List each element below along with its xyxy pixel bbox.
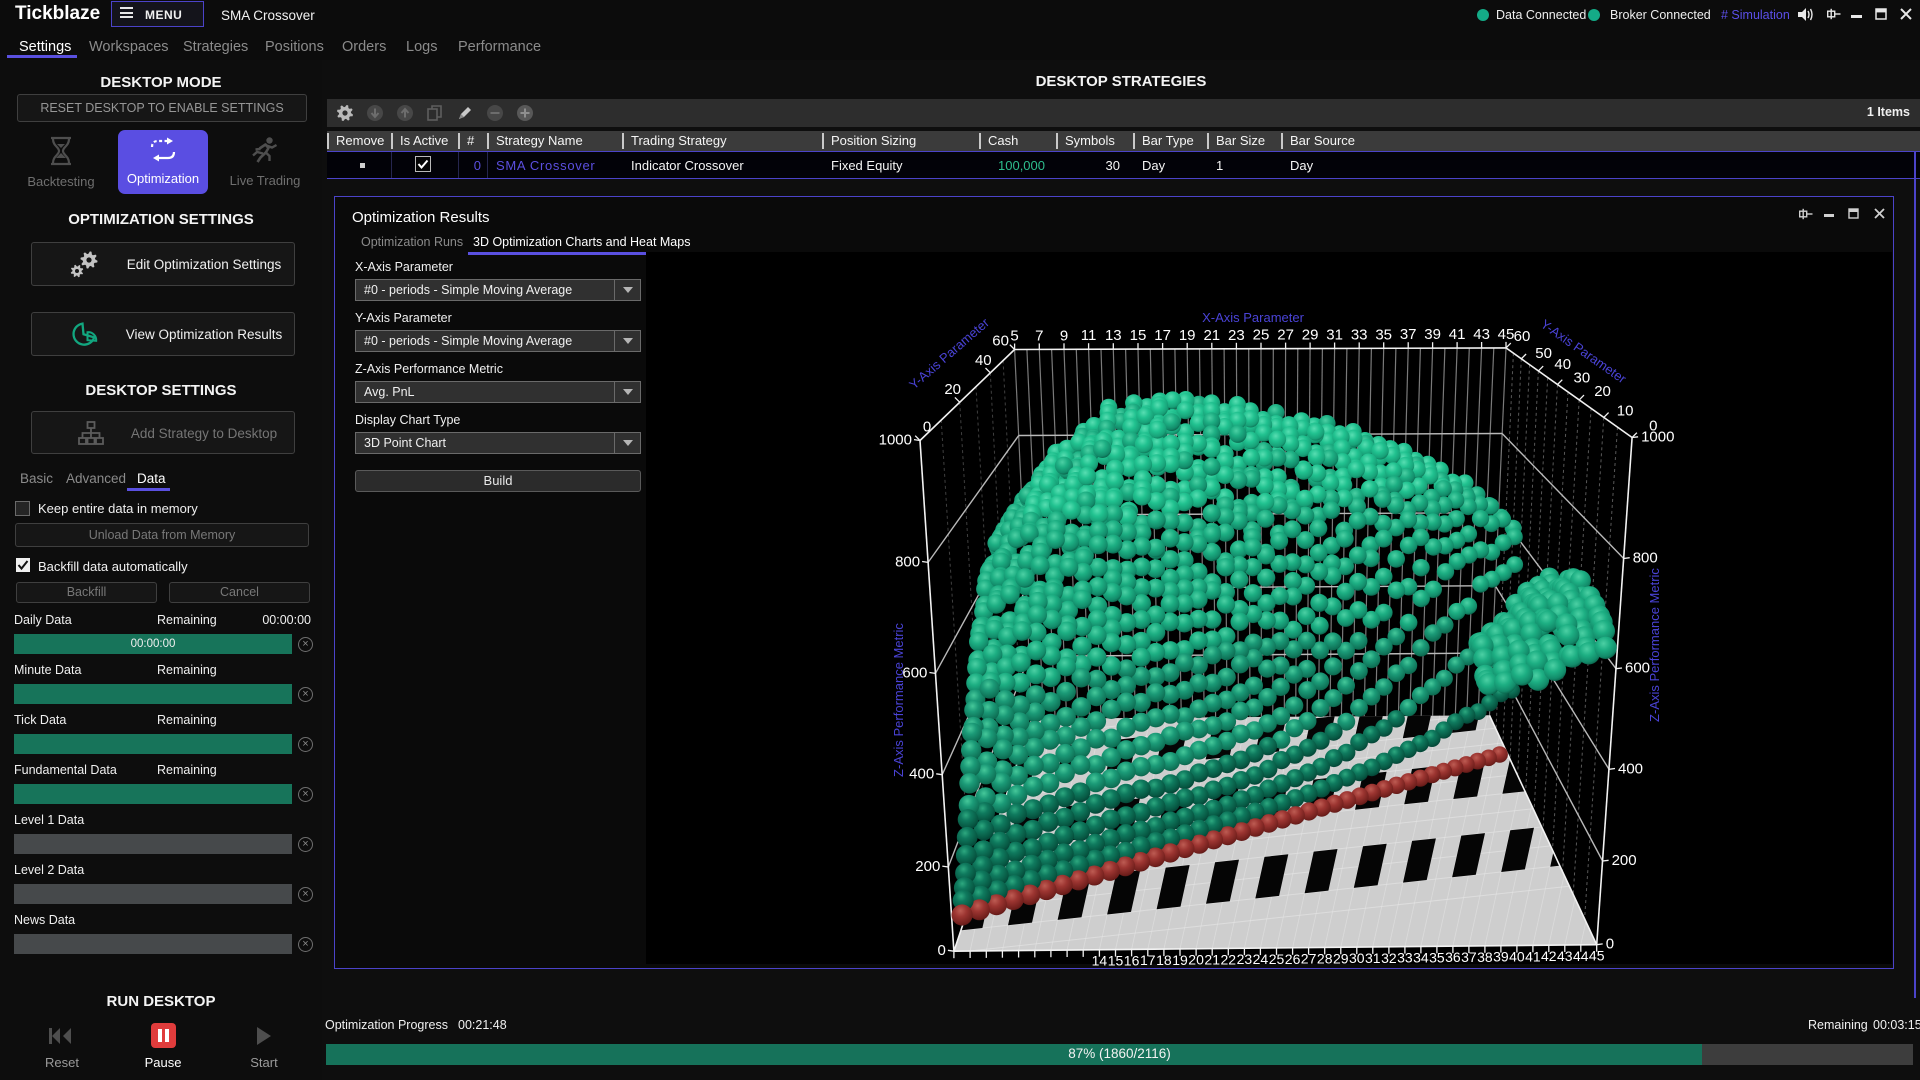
svg-text:40: 40 <box>1509 949 1525 965</box>
svg-text:19: 19 <box>1179 327 1196 344</box>
svg-text:41: 41 <box>1449 326 1466 343</box>
svg-text:38: 38 <box>1477 949 1493 965</box>
svg-text:Z-Axis Performance Metric: Z-Axis Performance Metric <box>1647 568 1662 722</box>
svg-text:25: 25 <box>1269 951 1285 967</box>
svg-text:40: 40 <box>1554 356 1571 373</box>
svg-text:33: 33 <box>1397 950 1413 966</box>
svg-text:20: 20 <box>1594 383 1611 400</box>
svg-text:22: 22 <box>1221 951 1237 967</box>
svg-text:24: 24 <box>1253 951 1269 967</box>
svg-text:40: 40 <box>975 352 992 369</box>
svg-text:23: 23 <box>1237 951 1253 967</box>
svg-text:41: 41 <box>1525 948 1541 964</box>
svg-text:200: 200 <box>1612 852 1637 869</box>
svg-text:44: 44 <box>1573 948 1589 964</box>
svg-text:15: 15 <box>1130 327 1147 344</box>
svg-text:31: 31 <box>1365 950 1381 966</box>
svg-text:14: 14 <box>1092 953 1108 968</box>
svg-text:20: 20 <box>1188 952 1204 968</box>
svg-text:800: 800 <box>1633 550 1658 567</box>
svg-text:X-Axis Parameter: X-Axis Parameter <box>1202 310 1305 325</box>
svg-text:17: 17 <box>1154 327 1171 344</box>
svg-text:1000: 1000 <box>879 432 912 449</box>
svg-text:400: 400 <box>909 766 934 783</box>
svg-text:30: 30 <box>1574 370 1591 387</box>
svg-text:Z-Axis Performance Metric: Z-Axis Performance Metric <box>891 623 906 777</box>
svg-text:29: 29 <box>1333 950 1349 966</box>
svg-text:20: 20 <box>944 381 961 398</box>
svg-text:19: 19 <box>1172 952 1188 968</box>
svg-text:16: 16 <box>1124 952 1140 968</box>
svg-text:17: 17 <box>1140 952 1156 968</box>
svg-text:27: 27 <box>1301 951 1317 967</box>
svg-text:43: 43 <box>1557 948 1573 964</box>
svg-text:45: 45 <box>1498 326 1515 343</box>
svg-text:25: 25 <box>1253 327 1270 344</box>
svg-text:7: 7 <box>1035 327 1043 344</box>
svg-text:60: 60 <box>992 333 1009 350</box>
svg-text:32: 32 <box>1381 950 1397 966</box>
svg-text:21: 21 <box>1203 327 1220 344</box>
svg-text:13: 13 <box>1105 327 1122 344</box>
svg-text:34: 34 <box>1413 949 1429 965</box>
svg-text:9: 9 <box>1060 327 1068 344</box>
svg-text:27: 27 <box>1277 327 1294 344</box>
svg-text:31: 31 <box>1326 327 1343 344</box>
svg-text:43: 43 <box>1473 326 1490 343</box>
svg-text:60: 60 <box>1514 328 1531 345</box>
svg-text:39: 39 <box>1424 326 1441 343</box>
svg-text:26: 26 <box>1285 951 1301 967</box>
svg-text:23: 23 <box>1228 327 1245 344</box>
svg-text:28: 28 <box>1317 950 1333 966</box>
svg-text:1000: 1000 <box>1641 429 1674 446</box>
svg-text:50: 50 <box>1535 345 1552 362</box>
svg-text:800: 800 <box>895 553 920 570</box>
svg-text:400: 400 <box>1618 760 1643 777</box>
svg-text:35: 35 <box>1375 326 1392 343</box>
svg-text:200: 200 <box>915 858 940 875</box>
svg-text:0: 0 <box>923 419 931 436</box>
svg-text:39: 39 <box>1493 949 1509 965</box>
svg-text:37: 37 <box>1461 949 1477 965</box>
svg-text:37: 37 <box>1400 326 1417 343</box>
svg-text:18: 18 <box>1156 952 1172 968</box>
svg-text:600: 600 <box>902 664 927 681</box>
svg-text:0: 0 <box>938 942 946 959</box>
svg-text:35: 35 <box>1429 949 1445 965</box>
svg-text:30: 30 <box>1349 950 1365 966</box>
svg-text:0: 0 <box>1606 936 1614 953</box>
svg-text:5: 5 <box>1010 328 1018 345</box>
svg-text:29: 29 <box>1302 327 1319 344</box>
svg-text:10: 10 <box>1617 402 1634 419</box>
svg-text:42: 42 <box>1541 948 1557 964</box>
svg-text:15: 15 <box>1108 953 1124 968</box>
svg-text:45: 45 <box>1589 948 1605 964</box>
svg-text:11: 11 <box>1081 327 1097 344</box>
svg-text:21: 21 <box>1204 952 1220 968</box>
svg-text:33: 33 <box>1351 326 1368 343</box>
svg-text:36: 36 <box>1445 949 1461 965</box>
